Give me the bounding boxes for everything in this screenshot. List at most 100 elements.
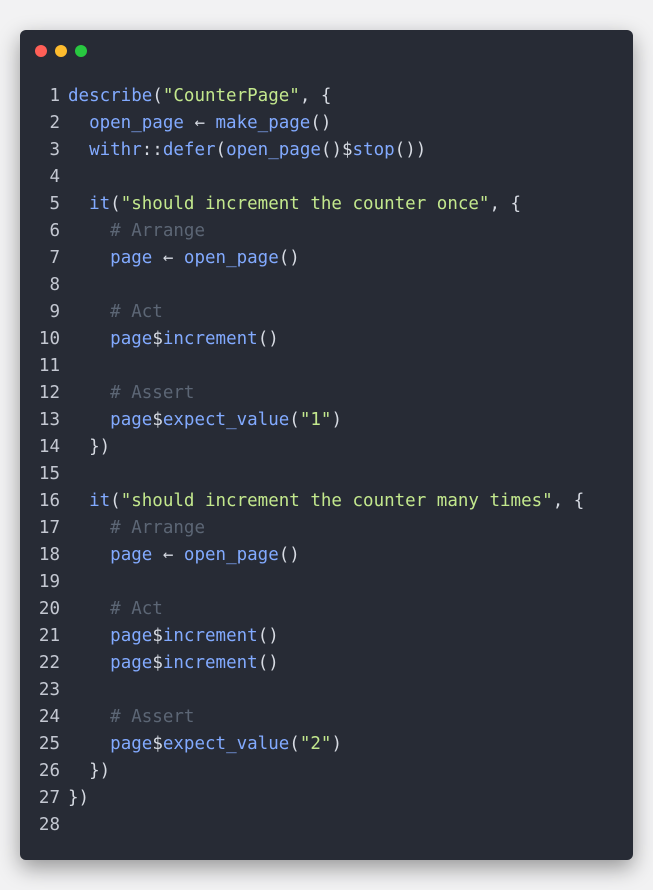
- code-line-content: }): [68, 785, 89, 812]
- line-number: 19: [38, 572, 60, 592]
- code-token: expect_value: [162, 410, 290, 430]
- code-token: , {: [299, 86, 332, 106]
- code-line: 12 # Assert: [20, 380, 633, 407]
- code-line-content: # Assert: [68, 704, 194, 731]
- code-line-content: page ← open_page(): [68, 542, 300, 569]
- code-line: 9 # Act: [20, 299, 633, 326]
- code-line-content: }): [68, 758, 110, 785]
- line-number: 14: [38, 437, 60, 457]
- code-line-content: # Act: [68, 299, 163, 326]
- code-token: $: [152, 626, 163, 646]
- code-token: (: [215, 140, 227, 160]
- code-token: ()): [394, 140, 427, 160]
- code-token: ::: [141, 140, 163, 160]
- code-token: open_page: [183, 248, 279, 268]
- code-token: $: [152, 410, 163, 430]
- code-token: $: [152, 734, 163, 754]
- code-line-content: # Arrange: [68, 218, 205, 245]
- code-block: 1 describe("CounterPage", { 2 open_page ← …: [20, 83, 633, 839]
- code-line: 26 }): [20, 758, 633, 785]
- minimize-dot-icon[interactable]: [55, 45, 67, 57]
- line-number: 26: [38, 761, 60, 781]
- code-token: make_page: [215, 113, 311, 133]
- code-token: }): [68, 437, 111, 457]
- code-line-content: page ← open_page(): [68, 245, 300, 272]
- code-token: (): [257, 329, 279, 349]
- code-token: page: [110, 734, 153, 754]
- code-token: page: [110, 329, 153, 349]
- code-token: withr: [89, 140, 142, 160]
- code-token: ←: [183, 113, 216, 133]
- code-token: "2": [299, 734, 332, 754]
- code-line-content: # Act: [68, 596, 163, 623]
- code-token: (: [152, 86, 163, 106]
- code-line: 15: [20, 461, 633, 488]
- code-token: "1": [299, 410, 332, 430]
- code-line-content: withr::defer(open_page()$stop()): [68, 137, 426, 164]
- close-dot-icon[interactable]: [35, 45, 47, 57]
- window-titlebar: [20, 30, 633, 70]
- code-token: ←: [152, 545, 184, 565]
- code-line-content: it("should increment the counter many ti…: [68, 488, 584, 515]
- code-line: 25 page$expect_value("2"): [20, 731, 633, 758]
- code-token: ()$: [320, 140, 353, 160]
- code-line: 16 it("should increment the counter many…: [20, 488, 633, 515]
- code-token: open_page: [183, 545, 279, 565]
- code-token: $: [152, 329, 163, 349]
- line-number: 24: [38, 707, 60, 727]
- code-token: open_page: [226, 140, 321, 160]
- code-token: }): [68, 788, 90, 808]
- code-token: (): [278, 545, 300, 565]
- maximize-dot-icon[interactable]: [75, 45, 87, 57]
- code-token: page: [110, 410, 153, 430]
- line-number: 4: [49, 167, 60, 187]
- code-line: 27}): [20, 785, 633, 812]
- code-token: expect_value: [162, 734, 290, 754]
- code-line: 3 withr::defer(open_page()$stop()): [20, 137, 633, 164]
- code-token: (): [310, 113, 332, 133]
- code-token: # Assert: [110, 707, 195, 727]
- code-line-content: open_page ← make_page(): [68, 110, 331, 137]
- code-token: page: [110, 248, 153, 268]
- line-number: 2: [49, 113, 60, 133]
- code-line: 22 page$increment(): [20, 650, 633, 677]
- code-line: 7 page ← open_page(): [20, 245, 633, 272]
- line-number: 28: [38, 815, 60, 835]
- line-number: 21: [38, 626, 60, 646]
- code-token: $: [152, 653, 163, 673]
- code-token: describe: [68, 86, 153, 106]
- line-number: 18: [38, 545, 60, 565]
- code-line: 13 page$expect_value("1"): [20, 407, 633, 434]
- code-token: "should increment the counter many times…: [120, 491, 553, 511]
- code-line-content: # Assert: [68, 380, 194, 407]
- code-line-content: it("should increment the counter once", …: [68, 191, 521, 218]
- line-number: 15: [38, 464, 60, 484]
- code-line: 1 describe("CounterPage", {: [20, 83, 633, 110]
- code-token: (: [110, 194, 121, 214]
- code-token: page: [110, 545, 153, 565]
- code-line-content: page$increment(): [68, 623, 279, 650]
- code-token: open_page: [89, 113, 184, 133]
- code-token: it: [89, 491, 111, 511]
- code-line: 8: [20, 272, 633, 299]
- code-line: 11: [20, 353, 633, 380]
- code-token: ←: [152, 248, 184, 268]
- code-window: 1 describe("CounterPage", { 2 open_page ← …: [20, 30, 633, 860]
- code-line-content: # Arrange: [68, 515, 205, 542]
- code-token: ): [331, 410, 342, 430]
- line-number: 6: [49, 221, 60, 241]
- code-line-content: page$increment(): [68, 326, 279, 353]
- code-token: "CounterPage": [162, 86, 300, 106]
- line-number: 22: [38, 653, 60, 673]
